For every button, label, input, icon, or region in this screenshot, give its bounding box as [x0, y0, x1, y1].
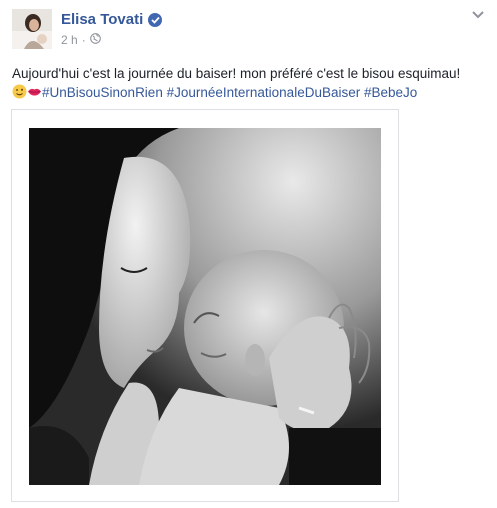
hashtag-link[interactable]: #BebeJo	[364, 85, 417, 100]
post-meta: 2 h ·	[61, 33, 101, 47]
author-row: Elisa Tovati	[61, 11, 163, 28]
timestamp[interactable]: 2 h	[61, 33, 78, 47]
avatar-photo	[12, 9, 52, 49]
chevron-down-icon[interactable]	[471, 10, 485, 20]
kiss-lips-emoji-icon	[27, 84, 42, 104]
facebook-post: Elisa Tovati 2 h · Aujourd'hui c'est la …	[0, 0, 497, 508]
author-name[interactable]: Elisa Tovati	[61, 11, 143, 28]
hashtag-link[interactable]: #JournéeInternationaleDuBaiser	[167, 85, 361, 100]
globe-icon[interactable]	[89, 33, 101, 47]
verified-badge-icon	[148, 12, 163, 27]
black-and-white-photo-of-mother-kissing-newborn	[29, 128, 381, 485]
hashtag-link[interactable]: #UnBisouSinonRien	[42, 85, 163, 100]
meta-separator: ·	[81, 33, 86, 47]
post-message: Aujourd'hui c'est la journée du baiser! …	[12, 64, 492, 104]
post-text-line: Aujourd'hui c'est la journée du baiser! …	[12, 66, 461, 81]
wink-emoji-icon	[12, 84, 27, 104]
post-photo[interactable]	[29, 128, 381, 485]
avatar[interactable]	[12, 9, 52, 49]
post-photo-frame[interactable]	[11, 109, 399, 502]
hashtag-line: #UnBisouSinonRien #JournéeInternationale…	[12, 83, 492, 104]
